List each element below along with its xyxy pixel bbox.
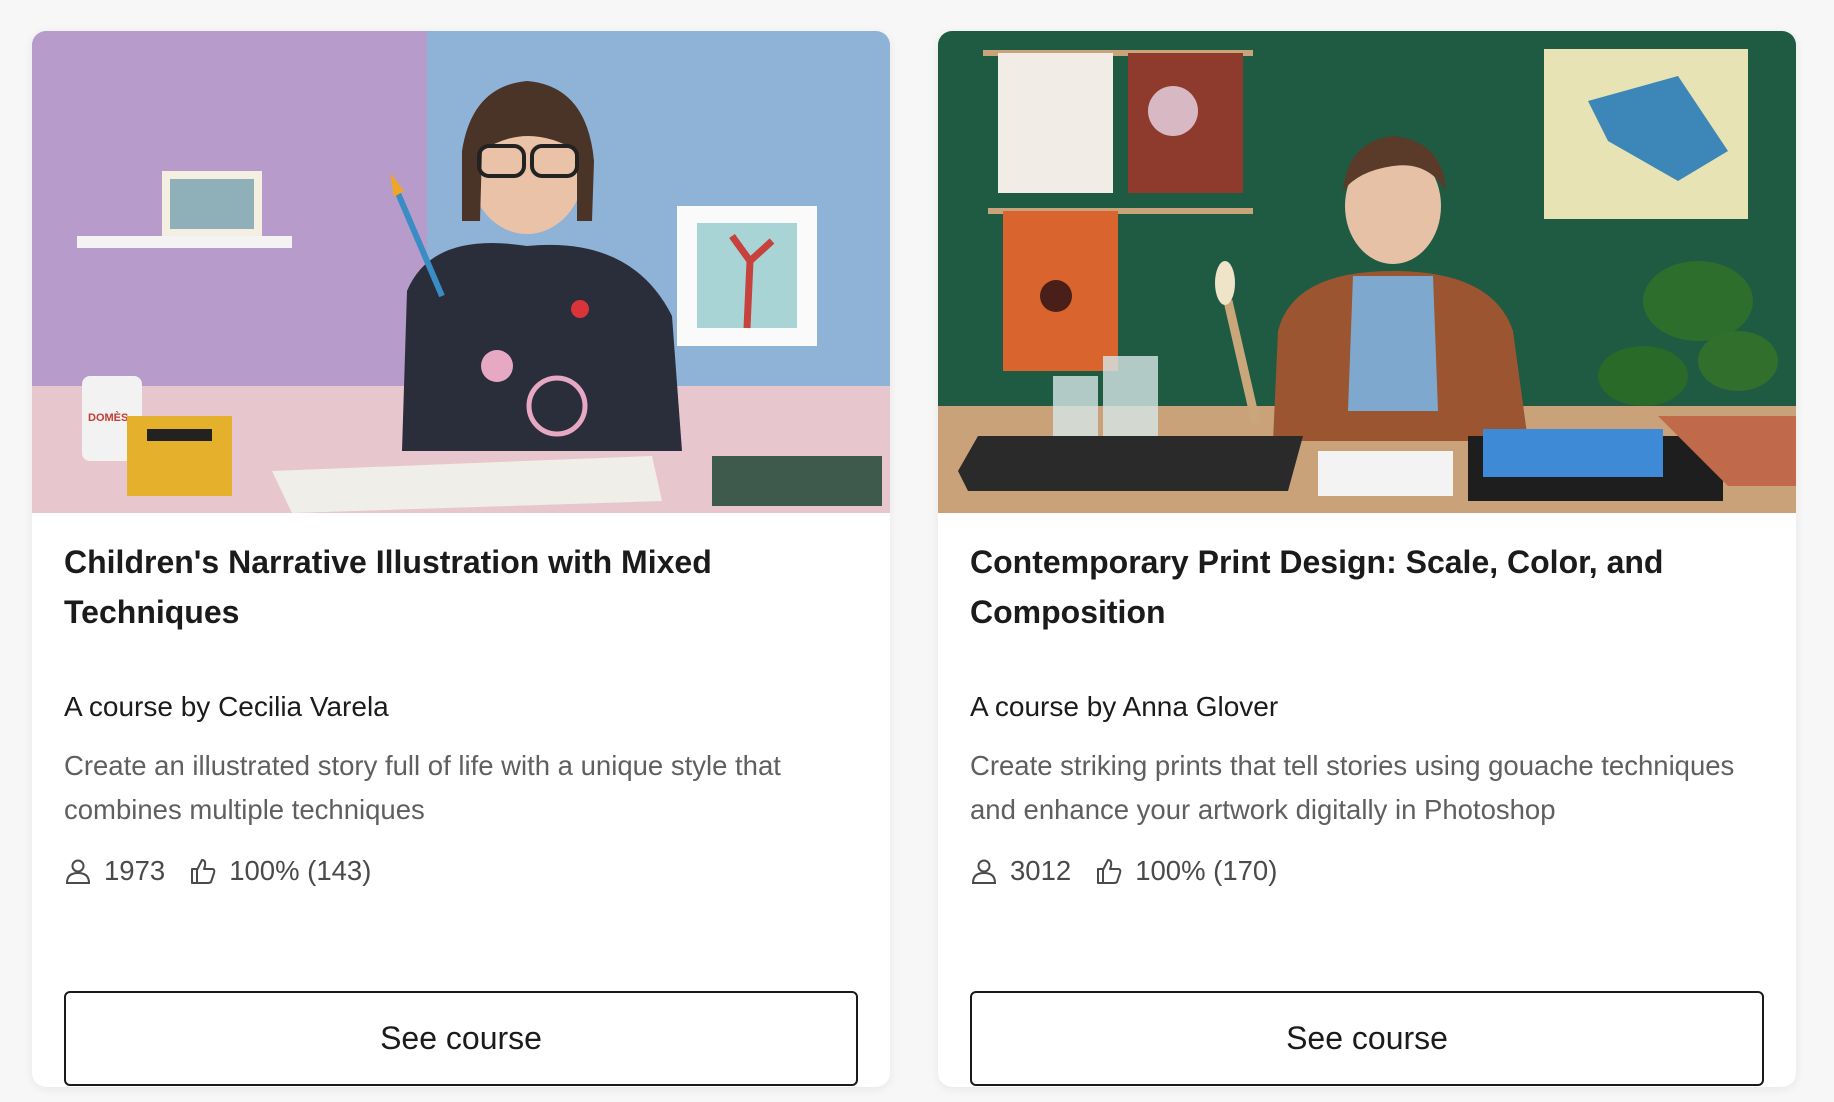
course-thumbnail-image	[938, 31, 1796, 513]
course-description: Create an illustrated story full of life…	[64, 750, 781, 825]
course-card[interactable]: Contemporary Print Design: Scale, Color,…	[938, 31, 1796, 1087]
course-cards: DOMÈS Children's Narrative Illustration …	[0, 0, 1834, 1102]
rating: 100% (170)	[1095, 855, 1277, 887]
user-icon	[971, 859, 997, 884]
user-icon	[65, 859, 91, 884]
students-count: 1973	[64, 855, 165, 887]
course-author: A course by Cecilia Varela	[64, 691, 389, 722]
course-stats: 3012 100% (170)	[970, 851, 1301, 891]
course-title[interactable]: Contemporary Print Design: Scale, Color,…	[970, 537, 1760, 637]
thumbs-up-icon	[191, 859, 216, 884]
see-course-button[interactable]: See course	[64, 991, 858, 1086]
thumbs-up-icon	[1097, 859, 1122, 884]
see-course-button[interactable]: See course	[970, 991, 1764, 1086]
students-count: 3012	[970, 855, 1071, 887]
course-thumbnail[interactable]	[938, 31, 1796, 513]
course-description: Create striking prints that tell stories…	[970, 750, 1735, 825]
rating-value: 100% (170)	[1135, 855, 1278, 886]
rating-value: 100% (143)	[229, 855, 372, 886]
jar-label: DOMÈS	[88, 411, 128, 424]
course-author: A course by Anna Glover	[970, 691, 1279, 722]
course-thumbnail-image: DOMÈS	[32, 31, 890, 513]
rating: 100% (143)	[189, 855, 371, 887]
course-stats: 1973 100% (143)	[64, 851, 395, 891]
course-thumbnail[interactable]: DOMÈS	[32, 31, 890, 513]
course-title[interactable]: Children's Narrative Illustration with M…	[64, 537, 854, 637]
students-value: 3012	[1010, 855, 1072, 886]
students-value: 1973	[104, 855, 166, 886]
course-card[interactable]: DOMÈS Children's Narrative Illustration …	[32, 31, 890, 1087]
